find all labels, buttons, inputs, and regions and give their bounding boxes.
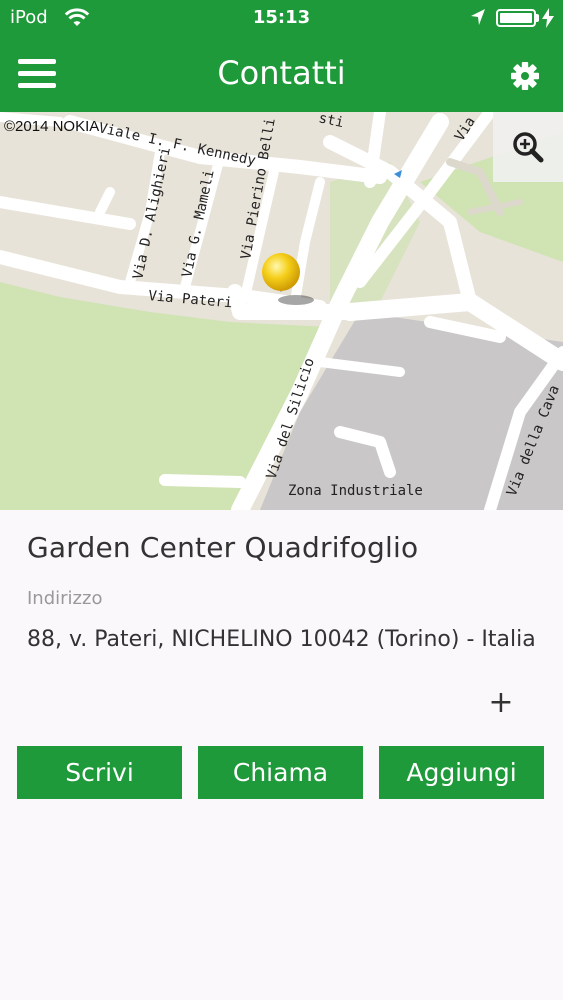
address-value: 88, v. Pateri, NICHELINO 10042 (Torino) … bbox=[27, 627, 536, 652]
battery-icon bbox=[496, 9, 536, 27]
location-arrow-icon bbox=[471, 9, 485, 25]
expand-plus-button[interactable]: + bbox=[486, 686, 516, 720]
street-label-alighieri: Via D. Alighieri bbox=[130, 146, 174, 281]
gear-icon[interactable] bbox=[509, 60, 541, 92]
map-copyright: ©2014 NOKIA bbox=[4, 118, 100, 135]
status-bar: iPod 15:13 bbox=[0, 0, 563, 36]
address-label: Indirizzo bbox=[27, 588, 103, 609]
street-label-industrial: Zona Industriale bbox=[288, 483, 423, 499]
top-bar: iPod 15:13 Contatti bbox=[0, 0, 563, 112]
charging-bolt-icon bbox=[542, 8, 554, 28]
street-label-top-fragment: sti bbox=[317, 112, 345, 131]
zoom-button[interactable] bbox=[493, 112, 563, 182]
street-label-kennedy: Viale I. F. Kennedy bbox=[97, 120, 257, 169]
map-view[interactable]: Viale I. F. Kennedy Via D. Alighieri Via… bbox=[0, 112, 563, 510]
zoom-in-icon bbox=[513, 132, 544, 163]
call-button[interactable]: Chiama bbox=[198, 746, 363, 799]
place-title: Garden Center Quadrifoglio bbox=[27, 531, 419, 564]
map-canvas: Viale I. F. Kennedy Via D. Alighieri Via… bbox=[0, 112, 563, 510]
street-label-mameli: Via G. Mameli bbox=[179, 168, 217, 279]
add-contact-button[interactable]: Aggiungi bbox=[379, 746, 544, 799]
battery-tip bbox=[536, 14, 539, 22]
page-title: Contatti bbox=[217, 54, 346, 92]
write-button[interactable]: Scrivi bbox=[17, 746, 182, 799]
